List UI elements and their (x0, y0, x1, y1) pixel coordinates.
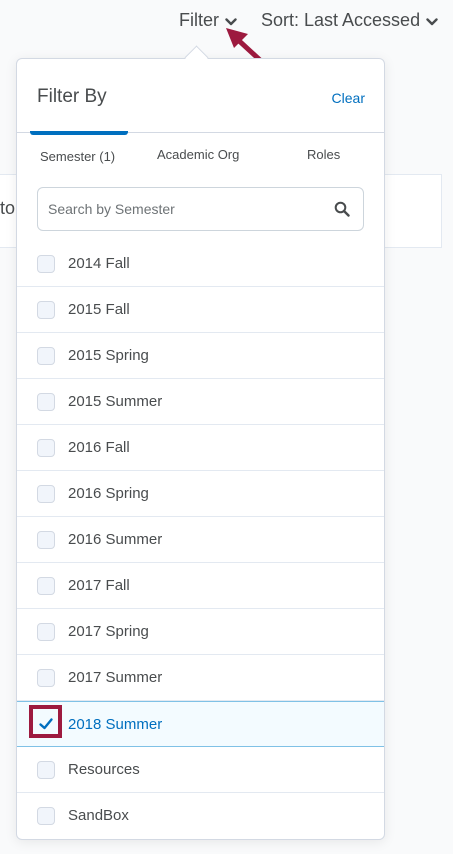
list-item-label: 2017 Spring (68, 623, 149, 640)
checkbox[interactable] (37, 346, 55, 365)
dropdown-header: Filter By Clear (17, 59, 384, 133)
page: Filter Sort: Last Accessed to Filter By … (0, 0, 453, 854)
list-item[interactable]: 2016 Spring (17, 471, 384, 517)
list-item[interactable]: 2016 Fall (17, 425, 384, 471)
checkbox[interactable] (37, 484, 55, 503)
list-item[interactable]: 2015 Summer (17, 379, 384, 425)
list-item[interactable]: 2014 Fall (17, 241, 384, 287)
list-item-label: 2018 Summer (68, 715, 163, 733)
checkbox[interactable] (37, 806, 55, 825)
checkbox[interactable] (37, 668, 55, 687)
tab-academic-org[interactable]: Academic Org (157, 147, 239, 162)
tab-roles[interactable]: Roles (307, 147, 340, 162)
search-input[interactable] (46, 188, 320, 230)
list-item-label: SandBox (68, 807, 129, 824)
dropdown-title: Filter By (37, 86, 107, 107)
sort-label: Sort: Last Accessed (261, 10, 421, 30)
active-tab-indicator (30, 131, 128, 135)
checkbox[interactable] (37, 438, 55, 457)
list-item-selected[interactable]: 2018 Summer (17, 701, 384, 747)
search-icon[interactable] (334, 201, 350, 217)
list-item-label: Resources (68, 761, 140, 778)
semester-search (37, 187, 364, 231)
semester-list: 2014 Fall 2015 Fall 2015 Spring 2015 Sum… (17, 241, 384, 838)
list-item[interactable]: SandBox (17, 793, 384, 838)
list-item-label: 2017 Fall (68, 577, 130, 594)
checkbox[interactable] (37, 392, 55, 411)
filter-label: Filter (179, 10, 219, 30)
checkbox[interactable] (37, 254, 55, 273)
list-item[interactable]: 2017 Fall (17, 563, 384, 609)
checkbox[interactable] (37, 622, 55, 641)
list-item-label: 2015 Spring (68, 347, 149, 364)
list-item[interactable]: Resources (17, 747, 384, 793)
list-item-label: 2014 Fall (68, 255, 130, 272)
list-item[interactable]: 2017 Summer (17, 655, 384, 701)
list-item[interactable]: 2015 Fall (17, 287, 384, 333)
list-item-label: 2016 Spring (68, 485, 149, 502)
list-item-label: 2017 Summer (68, 669, 163, 686)
list-item[interactable]: 2016 Summer (17, 517, 384, 563)
checkbox[interactable] (37, 760, 55, 779)
clear-button[interactable]: Clear (332, 90, 365, 106)
course-card-text: to (0, 198, 16, 218)
filter-dropdown: Filter By Clear Semester (1) Academic Or… (16, 58, 385, 840)
filter-tabs: Semester (1) Academic Org Roles (17, 131, 384, 171)
tab-semester[interactable]: Semester (1) (40, 149, 115, 164)
list-item[interactable]: 2017 Spring (17, 609, 384, 655)
list-item-label: 2016 Summer (68, 531, 163, 548)
list-item-label: 2015 Fall (68, 301, 130, 318)
check-icon[interactable] (37, 715, 55, 733)
chevron-down-icon (426, 17, 438, 25)
checkbox[interactable] (37, 530, 55, 549)
checkbox[interactable] (37, 300, 55, 319)
checkbox[interactable] (37, 576, 55, 595)
list-item-label: 2015 Summer (68, 393, 163, 410)
list-item[interactable]: 2015 Spring (17, 333, 384, 379)
list-item-label: 2016 Fall (68, 439, 130, 456)
sort-button[interactable]: Sort: Last Accessed (261, 10, 438, 31)
